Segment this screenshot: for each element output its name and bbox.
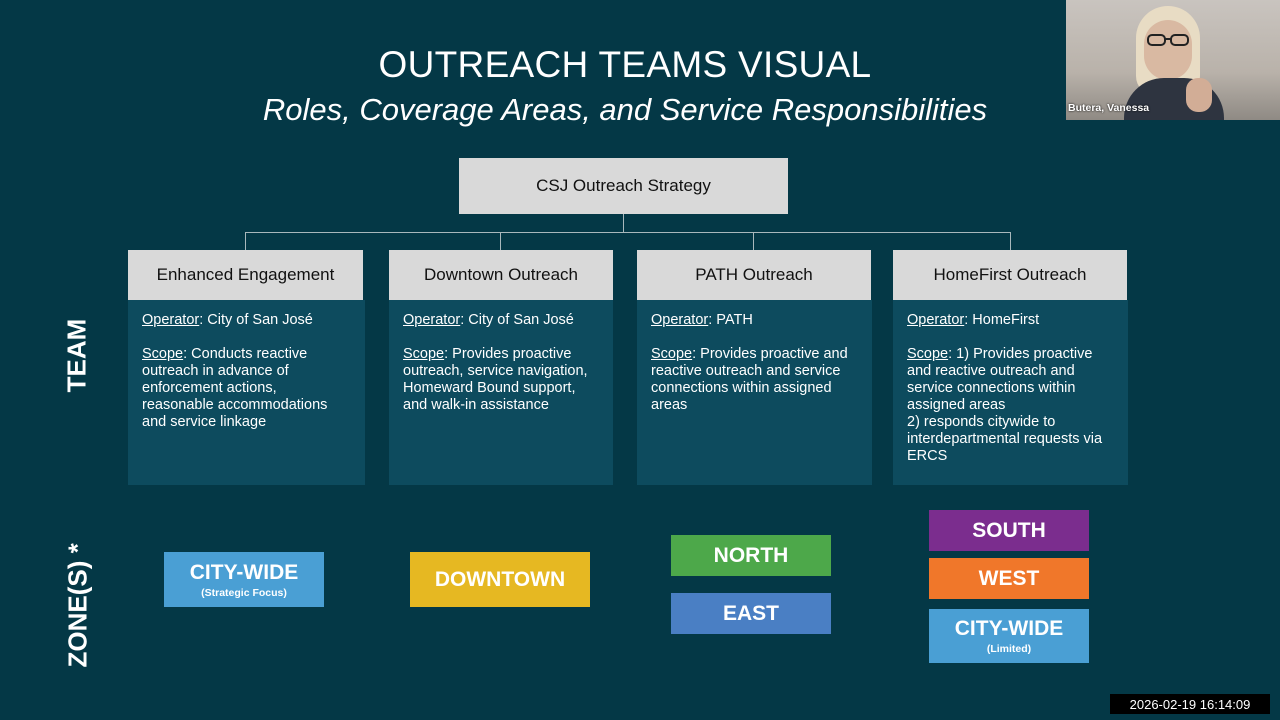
operator-value: : PATH <box>708 312 753 328</box>
zone-label: WEST <box>978 566 1040 590</box>
zone-label: NORTH <box>713 543 789 567</box>
scope-label: Scope <box>651 346 693 362</box>
participant-hand <box>1186 78 1212 112</box>
zone-citywide-strategic: CITY-WIDE (Strategic Focus) <box>164 552 324 607</box>
zone-downtown: DOWNTOWN <box>410 552 590 607</box>
operator-label: Operator <box>142 312 200 328</box>
glasses-icon <box>1147 34 1189 46</box>
team-header-downtown-outreach: Downtown Outreach <box>389 250 613 300</box>
scope-label: Scope <box>403 346 445 362</box>
team-row-label: TEAM <box>61 318 92 393</box>
team-card-homefirst-outreach: Operator: HomeFirst Scope: 1) Provides p… <box>893 300 1128 485</box>
participant-name-label: Butera, Vanessa <box>1068 102 1150 114</box>
connector-drop-1 <box>245 232 246 250</box>
operator-label: Operator <box>651 312 709 328</box>
slide-title: OUTREACH TEAMS VISUAL <box>378 44 872 85</box>
zone-label: EAST <box>722 601 779 625</box>
zone-east: EAST <box>671 593 831 634</box>
team-header-enhanced-engagement: Enhanced Engagement <box>128 250 363 300</box>
connector-horizontal <box>245 232 1011 233</box>
root-strategy-box: CSJ Outreach Strategy <box>459 158 788 214</box>
scope-extra-text: 2) responds citywide to interdepartmenta… <box>907 414 1103 464</box>
zone-citywide-limited: CITY-WIDE (Limited) <box>929 609 1089 663</box>
participant-face <box>1144 20 1192 80</box>
operator-label: Operator <box>403 312 461 328</box>
zones-row-label: ZONE(S) * <box>62 543 93 668</box>
zone-west: WEST <box>929 558 1089 599</box>
zone-sublabel: (Limited) <box>986 643 1032 655</box>
team-header-homefirst-outreach: HomeFirst Outreach <box>893 250 1127 300</box>
zone-label: SOUTH <box>972 518 1046 542</box>
connector-drop-3 <box>753 232 754 250</box>
scope-label: Scope <box>142 346 184 362</box>
zone-label: CITY-WIDE <box>954 617 1064 640</box>
connector-drop-2 <box>500 232 501 250</box>
connector-drop-4 <box>1010 232 1011 250</box>
connector-root-stem <box>623 214 624 232</box>
team-card-enhanced-engagement: Operator: City of San José Scope: Conduc… <box>128 300 365 485</box>
zone-label: CITY-WIDE <box>189 560 299 584</box>
zone-south: SOUTH <box>929 510 1089 551</box>
team-header-path-outreach: PATH Outreach <box>637 250 871 300</box>
slide-subtitle: Roles, Coverage Areas, and Service Respo… <box>262 92 988 127</box>
team-card-path-outreach: Operator: PATH Scope: Provides proactive… <box>637 300 872 485</box>
operator-value: : City of San José <box>199 312 313 328</box>
zone-sublabel: (Strategic Focus) <box>201 586 287 599</box>
zone-label: DOWNTOWN <box>434 567 566 591</box>
recording-timestamp: 2026-02-19 16:14:09 <box>1110 694 1270 714</box>
operator-value: : HomeFirst <box>964 312 1040 328</box>
operator-label: Operator <box>907 312 965 328</box>
team-card-downtown-outreach: Operator: City of San José Scope: Provid… <box>389 300 613 485</box>
zone-north: NORTH <box>671 535 831 576</box>
participant-video-tile[interactable]: Butera, Vanessa <box>1066 0 1280 120</box>
operator-value: : City of San José <box>460 312 574 328</box>
scope-label: Scope <box>907 346 949 362</box>
